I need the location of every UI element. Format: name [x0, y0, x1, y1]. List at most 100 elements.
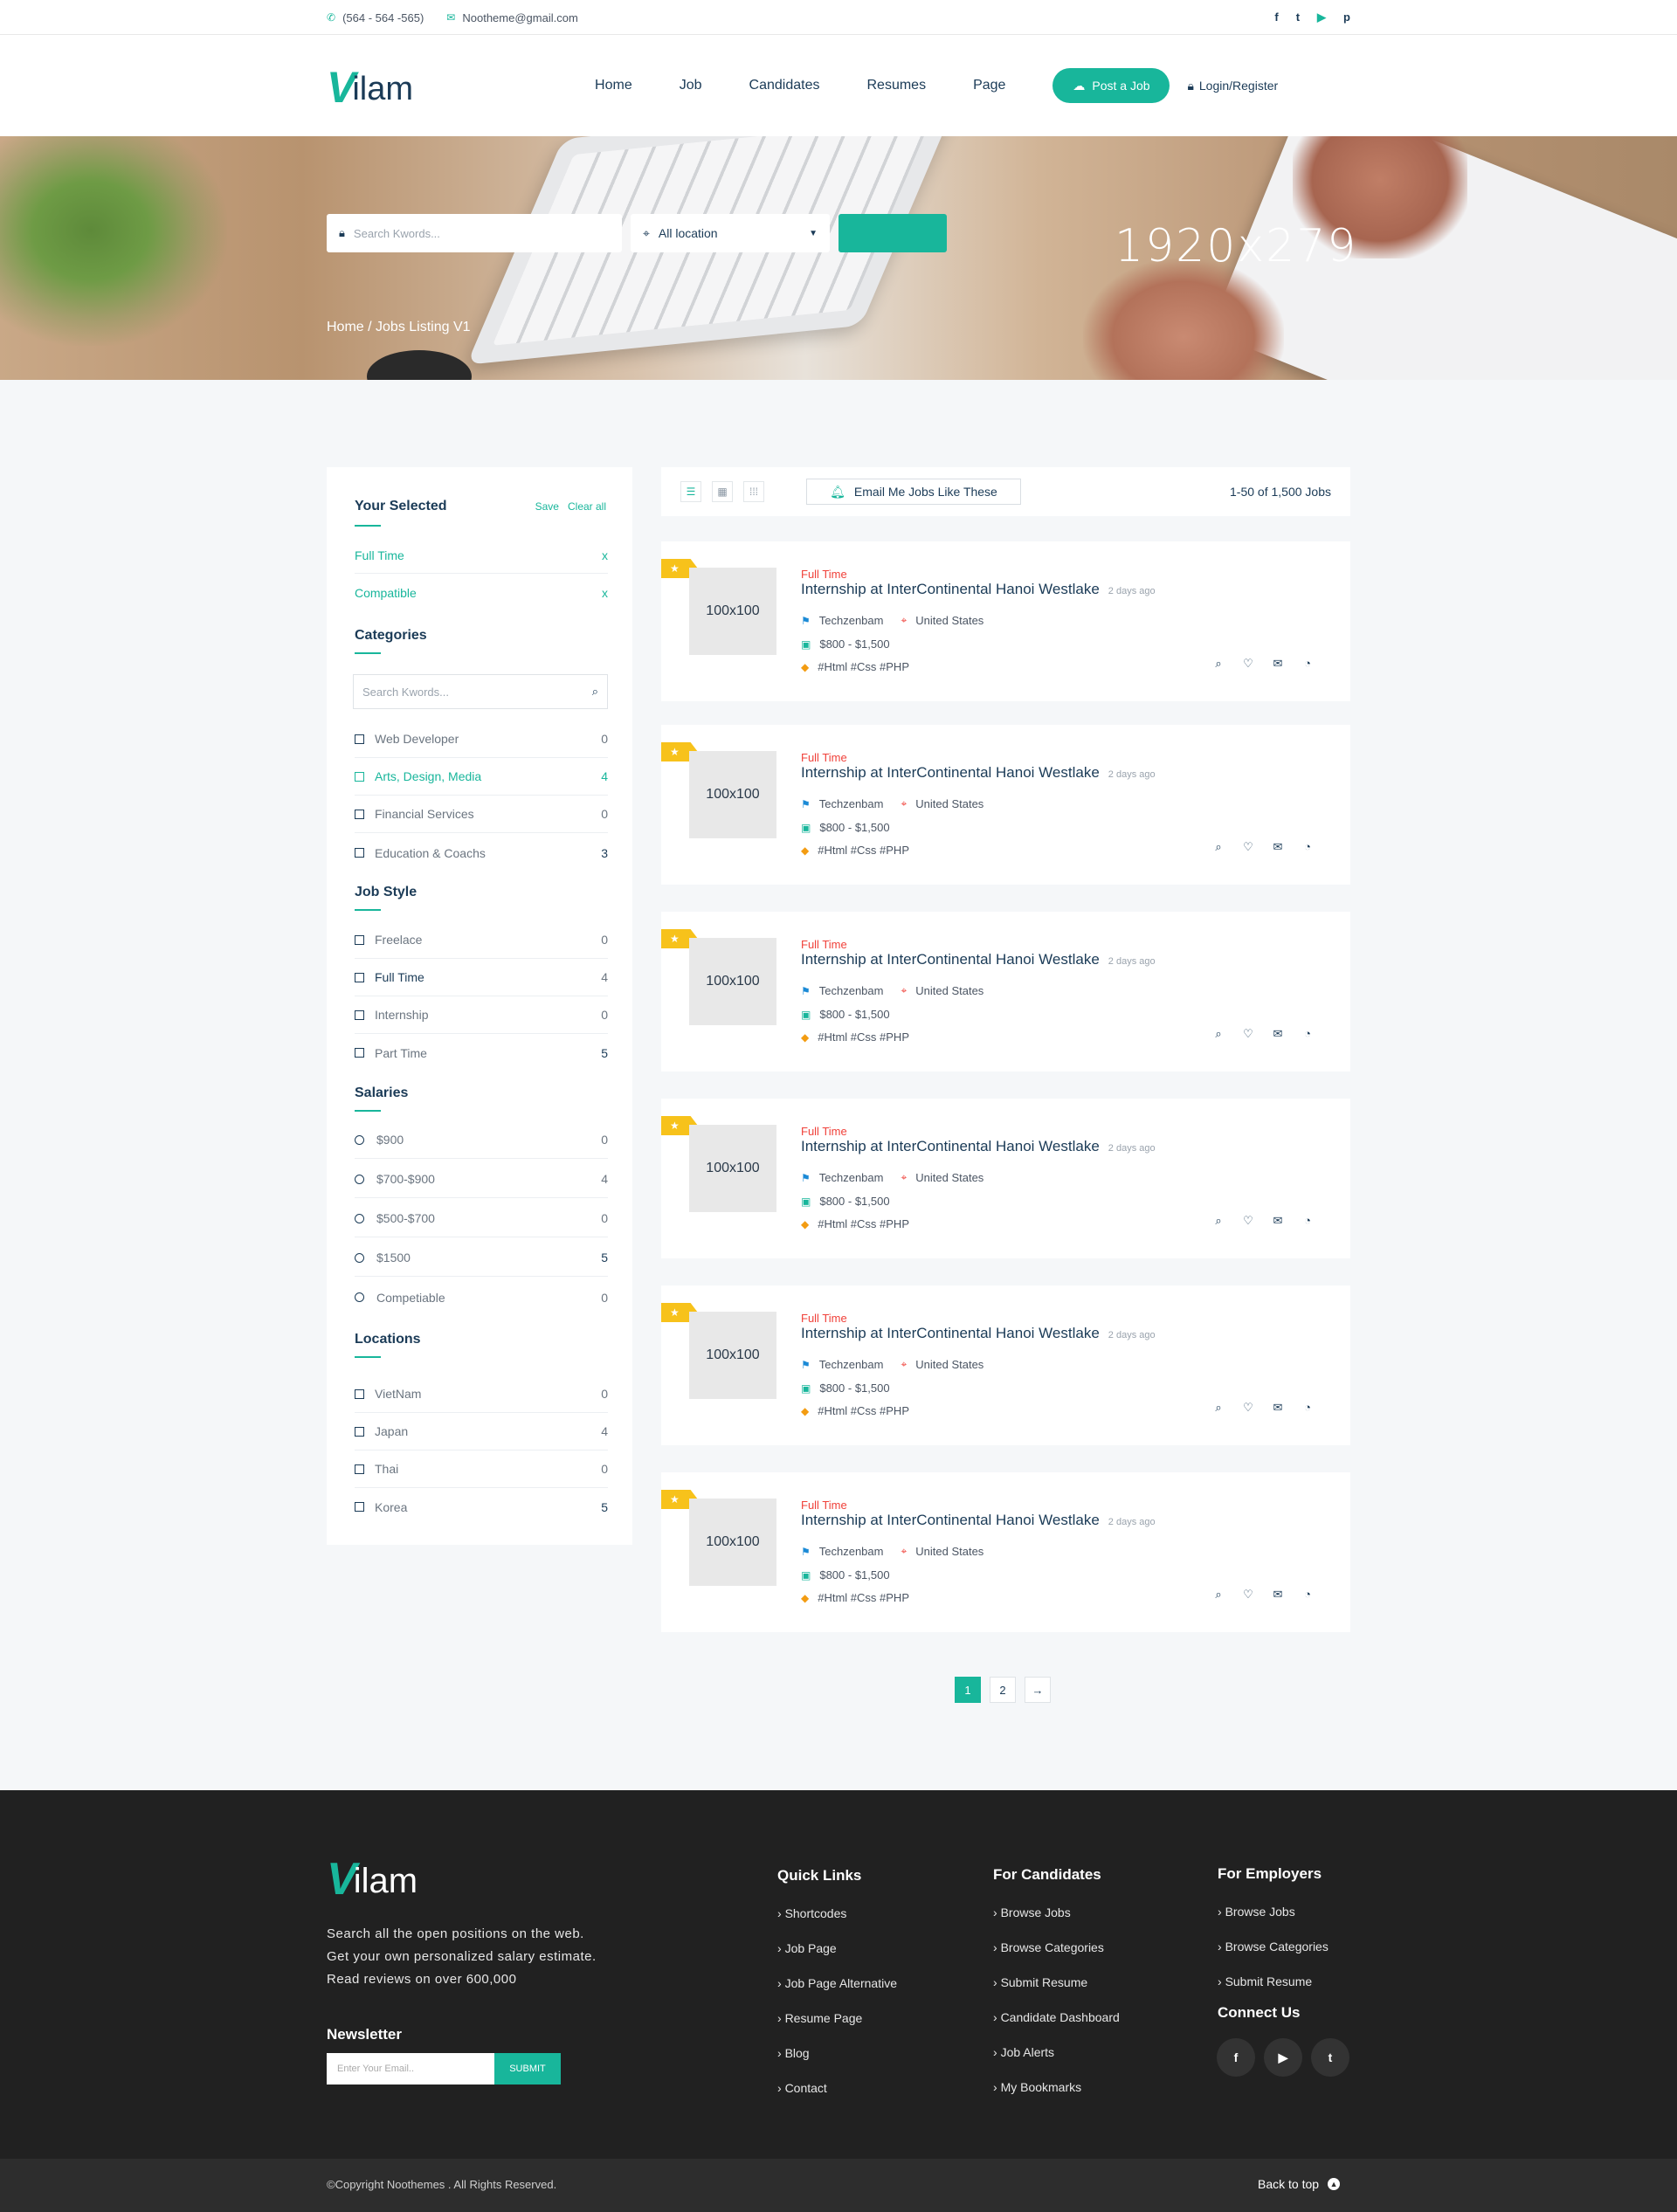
nav-candidates[interactable]: Candidates	[749, 78, 820, 93]
footer-link[interactable]: › Submit Resume	[993, 1975, 1120, 2010]
checkbox[interactable]	[355, 1464, 364, 1474]
heart-icon[interactable]: ♡	[1240, 1401, 1256, 1415]
next-page-arrow-icon[interactable]: →	[1025, 1677, 1051, 1703]
heart-icon[interactable]: ♡	[1240, 1214, 1256, 1228]
email-info[interactable]: ✉ Nootheme@gmail.com	[446, 11, 577, 24]
checkbox[interactable]	[355, 934, 364, 945]
youtube-icon[interactable]: ▶	[1264, 2038, 1302, 2077]
job-card[interactable]: ★ 100x100 Full Time Internship at InterCont…	[661, 1285, 1350, 1445]
radio[interactable]	[355, 1134, 364, 1145]
footer-link[interactable]: › My Bookmarks	[993, 2080, 1120, 2115]
radio[interactable]	[355, 1174, 364, 1184]
facebook-icon[interactable]: f	[1274, 10, 1278, 24]
mail-icon[interactable]: ✉	[1270, 1027, 1286, 1041]
newsletter-submit-button[interactable]: SUBMIT	[494, 2053, 561, 2085]
job-title[interactable]: Internship at InterContinental Hanoi Wes…	[801, 1138, 1156, 1155]
facebook-icon[interactable]: f	[1217, 2038, 1255, 2077]
job-title-text[interactable]: Internship at InterContinental Hanoi Wes…	[801, 581, 1100, 598]
job-title[interactable]: Internship at InterContinental Hanoi Wes…	[801, 581, 1156, 598]
footer-link[interactable]: › Shortcodes	[777, 1906, 897, 1941]
location-option[interactable]: Thai 0	[355, 1451, 608, 1488]
breadcrumb[interactable]: Home / Jobs Listing V1	[327, 320, 471, 335]
rss-icon[interactable]: ◔	[1300, 840, 1315, 854]
checkbox[interactable]	[355, 972, 364, 982]
checkbox[interactable]	[355, 1389, 364, 1399]
mail-icon[interactable]: ✉	[1270, 1588, 1286, 1602]
remove-filter-icon[interactable]: x	[602, 548, 608, 562]
location-option[interactable]: Korea 5	[355, 1488, 608, 1526]
youtube-icon[interactable]: ▶	[1317, 10, 1326, 24]
search-button[interactable]	[838, 214, 947, 252]
location-option[interactable]: Japan 4	[355, 1413, 608, 1451]
clear-all-link[interactable]: Clear all	[568, 500, 606, 513]
rss-icon[interactable]: ◔	[1300, 1401, 1315, 1415]
heart-icon[interactable]: ♡	[1240, 1588, 1256, 1602]
footer-link[interactable]: › Contact	[777, 2081, 897, 2116]
category-option[interactable]: Web Developer 0	[355, 720, 608, 758]
category-option[interactable]: Education & Coachs 3	[355, 834, 608, 872]
salary-option[interactable]: Competiable 0	[355, 1278, 608, 1316]
newsletter-email-input[interactable]: Enter Your Email..	[327, 2053, 494, 2085]
nav-job[interactable]: Job	[680, 78, 702, 93]
radio[interactable]	[355, 1252, 364, 1263]
jobstyle-option[interactable]: Full Time 4	[355, 959, 608, 996]
checkbox[interactable]	[355, 809, 364, 819]
pinterest-icon[interactable]: p	[1343, 10, 1350, 24]
job-title[interactable]: Internship at InterContinental Hanoi Wes…	[801, 1325, 1156, 1342]
search-icon[interactable]: ⌕	[1211, 1401, 1226, 1415]
radio[interactable]	[355, 1292, 364, 1302]
footer-link[interactable]: › Candidate Dashboard	[993, 2010, 1120, 2045]
footer-logo[interactable]: V ilam	[327, 1857, 418, 1902]
job-title[interactable]: Internship at InterContinental Hanoi Wes…	[801, 1512, 1156, 1529]
heart-icon[interactable]: ♡	[1240, 1027, 1256, 1041]
keyword-search-input[interactable]: 🔒︎ Search Kwords...	[327, 214, 622, 252]
jobstyle-option[interactable]: Internship 0	[355, 996, 608, 1034]
job-title-text[interactable]: Internship at InterContinental Hanoi Wes…	[801, 1325, 1100, 1342]
radio[interactable]	[355, 1213, 364, 1223]
checkbox[interactable]	[355, 1502, 364, 1512]
search-icon[interactable]: ⌕	[1211, 657, 1226, 671]
search-icon[interactable]: ⌕	[1211, 1214, 1226, 1228]
nav-home[interactable]: Home	[595, 78, 632, 93]
salary-option[interactable]: $700-$900 4	[355, 1161, 608, 1198]
logo[interactable]: V ilam	[327, 64, 413, 109]
grid-dense-view-icon[interactable]: ⁞⁞⁞	[743, 481, 764, 502]
footer-link[interactable]: › Browse Categories	[993, 1940, 1120, 1975]
login-register-link[interactable]: 🔒︎ Login/Register	[1187, 79, 1278, 93]
job-card[interactable]: ★ 100x100 Full Time Internship at InterCont…	[661, 912, 1350, 1072]
checkbox[interactable]	[355, 1010, 364, 1020]
rss-icon[interactable]: ◔	[1300, 1214, 1315, 1228]
search-icon[interactable]: ⌕	[1211, 840, 1226, 854]
search-icon[interactable]: ⌕	[592, 685, 598, 699]
mail-icon[interactable]: ✉	[1270, 1401, 1286, 1415]
job-title[interactable]: Internship at InterContinental Hanoi Wes…	[801, 951, 1156, 968]
footer-link[interactable]: › Browse Jobs	[1218, 1905, 1328, 1940]
footer-link[interactable]: › Resume Page	[777, 2011, 897, 2046]
twitter-icon[interactable]: t	[1311, 2038, 1349, 2077]
job-title-text[interactable]: Internship at InterContinental Hanoi Wes…	[801, 1138, 1100, 1155]
checkbox[interactable]	[355, 1426, 364, 1437]
footer-link[interactable]: › Job Page	[777, 1941, 897, 1976]
footer-link[interactable]: › Blog	[777, 2046, 897, 2081]
checkbox[interactable]	[355, 848, 364, 858]
location-select[interactable]: ⌖ All location ▼	[631, 214, 830, 252]
grid-view-icon[interactable]: ▦	[712, 481, 733, 502]
email-text[interactable]: Nootheme@gmail.com	[462, 11, 577, 24]
remove-filter-icon[interactable]: x	[602, 586, 608, 600]
page-link[interactable]: 2	[990, 1677, 1016, 1703]
job-title-text[interactable]: Internship at InterContinental Hanoi Wes…	[801, 951, 1100, 968]
footer-link[interactable]: › Browse Categories	[1218, 1940, 1328, 1974]
list-view-icon[interactable]: ☰	[680, 481, 701, 502]
footer-link[interactable]: › Browse Jobs	[993, 1905, 1120, 1940]
salary-option[interactable]: $500-$700 0	[355, 1200, 608, 1237]
category-option[interactable]: Financial Services 0	[355, 796, 608, 833]
footer-link[interactable]: › Job Alerts	[993, 2045, 1120, 2080]
nav-resumes[interactable]: Resumes	[866, 78, 926, 93]
category-search-input[interactable]: Search Kwords... ⌕	[353, 674, 608, 709]
job-title-text[interactable]: Internship at InterContinental Hanoi Wes…	[801, 1512, 1100, 1529]
search-icon[interactable]: ⌕	[1211, 1588, 1226, 1602]
mail-icon[interactable]: ✉	[1270, 1214, 1286, 1228]
checkbox[interactable]	[355, 734, 364, 744]
search-icon[interactable]: ⌕	[1211, 1027, 1226, 1041]
jobstyle-option[interactable]: Part Time 5	[355, 1034, 608, 1072]
